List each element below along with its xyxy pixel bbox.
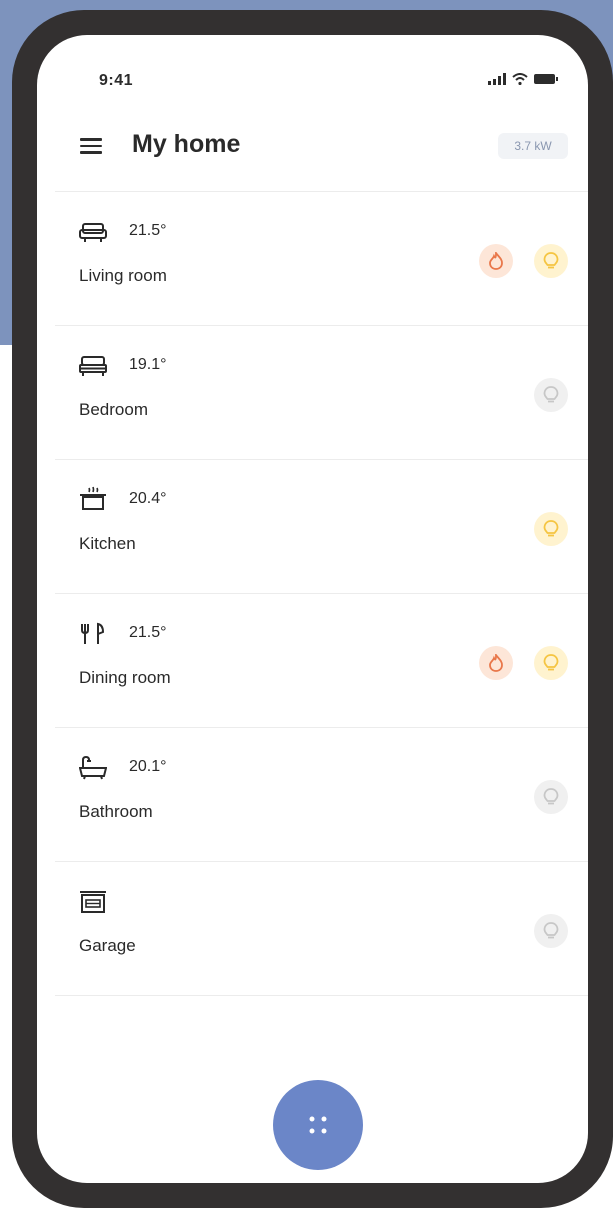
grid-dots-icon (309, 1116, 327, 1134)
wifi-icon (512, 73, 528, 85)
room-temperature: 19.1° (129, 356, 167, 373)
room-temperature: 20.4° (129, 490, 167, 507)
room-name: Bathroom (79, 802, 153, 821)
lightbulb-icon (543, 788, 559, 805)
light-toggle[interactable] (534, 378, 568, 412)
room-item-bathroom[interactable]: 20.1° Bathroom (37, 728, 588, 862)
room-item-dining-room[interactable]: 21.5° Dining room (37, 594, 588, 728)
flame-icon (489, 654, 503, 672)
sofa-icon (79, 223, 107, 242)
room-list: 21.5° Living room 19.1° Bedroom 20.4° Ki… (37, 192, 588, 996)
lightbulb-icon (543, 654, 559, 671)
phone-frame: 9:41 My home 3.7 kW 21.5° Living room 19… (12, 10, 613, 1208)
lightbulb-icon (543, 520, 559, 537)
light-toggle[interactable] (534, 914, 568, 948)
light-toggle[interactable] (534, 646, 568, 680)
room-name: Kitchen (79, 534, 136, 553)
room-item-garage[interactable]: Garage (37, 862, 588, 996)
room-temperature: 21.5° (129, 624, 167, 641)
grid-menu-button[interactable] (273, 1080, 363, 1170)
pot-icon (80, 486, 106, 510)
garage-icon (80, 891, 106, 913)
status-time: 9:41 (99, 72, 134, 89)
room-temperature: 21.5° (129, 222, 167, 239)
heating-toggle[interactable] (479, 646, 513, 680)
bed-icon (79, 356, 107, 376)
page-title: My home (132, 130, 241, 158)
bathtub-icon (79, 756, 107, 780)
flame-icon (489, 252, 503, 270)
room-item-living-room[interactable]: 21.5° Living room (37, 192, 588, 326)
hamburger-menu-icon[interactable] (80, 138, 102, 154)
room-temperature: 20.1° (129, 758, 167, 775)
lightbulb-icon (543, 386, 559, 403)
status-bar: 9:41 (37, 35, 588, 95)
light-toggle[interactable] (534, 780, 568, 814)
light-toggle[interactable] (534, 244, 568, 278)
room-name: Dining room (79, 668, 171, 687)
room-name: Garage (79, 936, 136, 955)
room-item-kitchen[interactable]: 20.4° Kitchen (37, 460, 588, 594)
power-usage-badge: 3.7 kW (498, 133, 568, 159)
phone-screen: 9:41 My home 3.7 kW 21.5° Living room 19… (37, 35, 588, 1183)
room-name: Bedroom (79, 400, 148, 419)
lightbulb-icon (543, 252, 559, 269)
row-divider (55, 995, 588, 996)
light-toggle[interactable] (534, 512, 568, 546)
heating-toggle[interactable] (479, 244, 513, 278)
battery-icon (534, 74, 558, 84)
fork-knife-icon (81, 622, 105, 644)
room-item-bedroom[interactable]: 19.1° Bedroom (37, 326, 588, 460)
signal-icon (488, 73, 506, 85)
status-icons (488, 73, 558, 85)
lightbulb-icon (543, 922, 559, 939)
app-header: My home 3.7 kW (37, 125, 588, 185)
room-name: Living room (79, 266, 167, 285)
